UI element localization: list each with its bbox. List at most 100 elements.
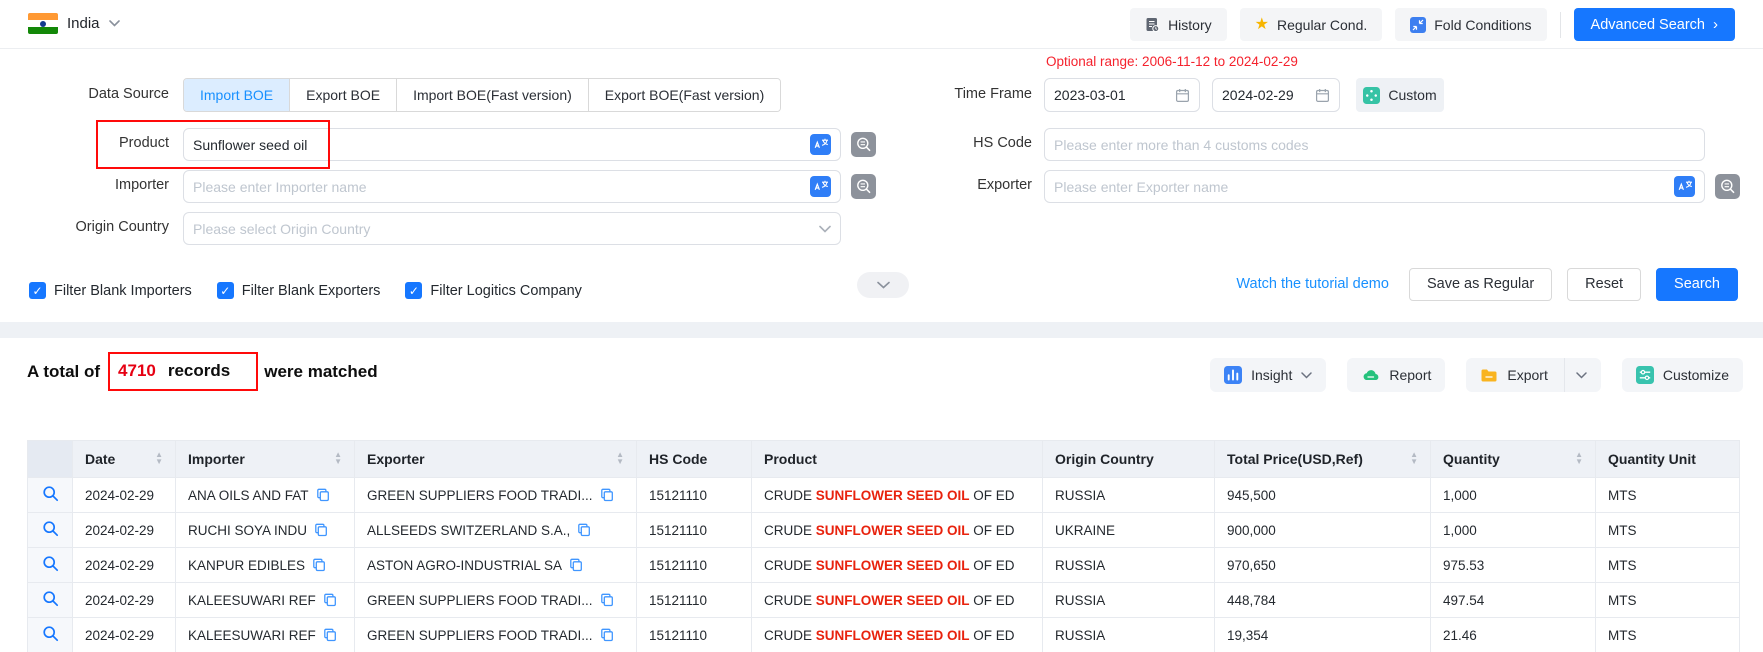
cell-hs-code: 15121110 xyxy=(637,548,752,583)
column-header-detail xyxy=(28,441,73,478)
checkbox-filter-logitics-company[interactable]: ✓ Filter Logitics Company xyxy=(405,282,582,299)
filter-checkbox-row: ✓ Filter Blank Importers ✓ Filter Blank … xyxy=(29,282,582,299)
cell-origin-country: RUSSIA xyxy=(1043,548,1215,583)
cell-product: CRUDE SUNFLOWER SEED OIL OF ED xyxy=(752,513,1043,548)
row-search-icon[interactable] xyxy=(42,520,59,537)
customize-button[interactable]: Customize xyxy=(1622,358,1743,392)
sort-icon[interactable]: ▲▼ xyxy=(608,452,624,466)
checkbox-label: Filter Blank Importers xyxy=(54,283,192,299)
cell-date: 2024-02-29 xyxy=(73,513,176,548)
checkbox-checked-icon: ✓ xyxy=(29,282,46,299)
copy-icon[interactable] xyxy=(323,593,337,607)
cell-hs-code: 15121110 xyxy=(637,618,752,652)
sort-icon[interactable]: ▲▼ xyxy=(1402,452,1418,466)
copy-icon[interactable] xyxy=(314,523,328,537)
history-button[interactable]: History xyxy=(1130,8,1227,41)
row-search-icon[interactable] xyxy=(42,590,59,607)
column-header-quantity[interactable]: Quantity▲▼ xyxy=(1431,441,1596,478)
cell-total-price: 448,784 xyxy=(1215,583,1431,618)
sort-icon[interactable]: ▲▼ xyxy=(147,452,163,466)
table-row: 2024-02-29 ANA OILS AND FAT GREEN SUPPLI… xyxy=(28,478,1740,513)
tab-export-boe[interactable]: Export BOE xyxy=(289,79,396,111)
checkbox-filter-blank-importers[interactable]: ✓ Filter Blank Importers xyxy=(29,282,192,299)
column-label: Date xyxy=(85,451,115,467)
exporter-label: Exporter xyxy=(862,177,1032,193)
country-selector[interactable]: India xyxy=(28,13,120,34)
copy-icon[interactable] xyxy=(600,593,614,607)
fold-conditions-button[interactable]: Fold Conditions xyxy=(1395,8,1546,41)
data-source-tabs: Import BOE Export BOE Import BOE(Fast ve… xyxy=(183,78,781,112)
importer-input-wrap xyxy=(183,170,841,203)
translate-icon[interactable] xyxy=(810,134,831,155)
origin-country-select[interactable]: Please select Origin Country xyxy=(183,212,841,245)
report-button[interactable]: Report xyxy=(1347,358,1445,392)
calendar-icon[interactable] xyxy=(1315,88,1330,103)
table-body: 2024-02-29 ANA OILS AND FAT GREEN SUPPLI… xyxy=(28,478,1740,652)
column-label: HS Code xyxy=(649,451,707,467)
cell-quantity: 1,000 xyxy=(1431,478,1596,513)
copy-icon[interactable] xyxy=(312,558,326,572)
cell-quantity-unit: MTS xyxy=(1596,478,1740,513)
column-label: Origin Country xyxy=(1055,451,1154,467)
row-search-icon[interactable] xyxy=(42,485,59,502)
exact-match-toggle[interactable] xyxy=(1715,174,1740,199)
exporter-input-wrap xyxy=(1044,170,1705,203)
copy-icon[interactable] xyxy=(600,628,614,642)
report-icon xyxy=(1361,366,1380,384)
cell-hs-code: 15121110 xyxy=(637,478,752,513)
translate-icon[interactable] xyxy=(810,176,831,197)
tab-import-boe[interactable]: Import BOE xyxy=(184,79,289,111)
insight-button[interactable]: Insight xyxy=(1210,358,1326,392)
date-start-input[interactable]: 2023-03-01 xyxy=(1044,78,1200,112)
table-row: 2024-02-29 RUCHI SOYA INDU ALLSEEDS SWIT… xyxy=(28,513,1740,548)
product-highlight: SUNFLOWER SEED OIL xyxy=(816,593,970,608)
table-row: 2024-02-29 KALEESUWARI REF GREEN SUPPLIE… xyxy=(28,618,1740,652)
star-icon: ★ xyxy=(1255,17,1269,33)
row-search-icon[interactable] xyxy=(42,625,59,642)
tutorial-demo-link[interactable]: Watch the tutorial demo xyxy=(1236,276,1389,292)
calendar-icon[interactable] xyxy=(1175,88,1190,103)
advanced-search-button[interactable]: Advanced Search › xyxy=(1574,8,1735,41)
product-input[interactable] xyxy=(193,137,802,153)
copy-icon[interactable] xyxy=(569,558,583,572)
save-as-regular-button[interactable]: Save as Regular xyxy=(1409,268,1552,301)
column-header-exporter[interactable]: Exporter▲▼ xyxy=(355,441,637,478)
export-button[interactable]: Export xyxy=(1466,358,1600,392)
topbar-separator xyxy=(1560,12,1561,38)
search-button[interactable]: Search xyxy=(1656,268,1738,301)
regular-cond-button[interactable]: ★ Regular Cond. xyxy=(1240,8,1383,41)
importer-label: Importer xyxy=(0,177,169,193)
column-header-date[interactable]: Date ▲▼ xyxy=(73,441,176,478)
reset-button[interactable]: Reset xyxy=(1567,268,1641,301)
cell-origin-country: RUSSIA xyxy=(1043,583,1215,618)
date-end-input[interactable]: 2024-02-29 xyxy=(1212,78,1340,112)
row-search-icon[interactable] xyxy=(42,555,59,572)
exporter-input[interactable] xyxy=(1054,179,1666,195)
chevron-down-icon[interactable] xyxy=(1576,372,1587,379)
column-header-importer[interactable]: Importer▲▼ xyxy=(176,441,355,478)
sort-icon[interactable]: ▲▼ xyxy=(1567,452,1583,466)
product-highlight: SUNFLOWER SEED OIL xyxy=(816,488,970,503)
sort-icon[interactable]: ▲▼ xyxy=(326,452,342,466)
export-icon xyxy=(1480,367,1498,384)
cell-exporter: ASTON AGRO-INDUSTRIAL SA xyxy=(355,548,637,583)
cell-total-price: 900,000 xyxy=(1215,513,1431,548)
collapse-conditions-button[interactable] xyxy=(857,272,909,298)
custom-icon xyxy=(1363,87,1380,104)
tab-import-boe-fast[interactable]: Import BOE(Fast version) xyxy=(396,79,588,111)
cell-exporter: GREEN SUPPLIERS FOOD TRADI... xyxy=(355,478,637,513)
copy-icon[interactable] xyxy=(323,628,337,642)
section-divider xyxy=(0,322,1763,338)
tab-export-boe-fast[interactable]: Export BOE(Fast version) xyxy=(588,79,781,111)
checkbox-filter-blank-exporters[interactable]: ✓ Filter Blank Exporters xyxy=(217,282,381,299)
country-name: India xyxy=(67,15,100,32)
hs-code-input[interactable] xyxy=(1054,137,1695,153)
cell-exporter: GREEN SUPPLIERS FOOD TRADI... xyxy=(355,583,637,618)
column-header-total-price-usd-ref[interactable]: Total Price(USD,Ref)▲▼ xyxy=(1215,441,1431,478)
importer-input[interactable] xyxy=(193,179,802,195)
copy-icon[interactable] xyxy=(600,488,614,502)
copy-icon[interactable] xyxy=(577,523,591,537)
copy-icon[interactable] xyxy=(316,488,330,502)
custom-range-button[interactable]: Custom xyxy=(1356,78,1444,112)
translate-icon[interactable] xyxy=(1674,176,1695,197)
